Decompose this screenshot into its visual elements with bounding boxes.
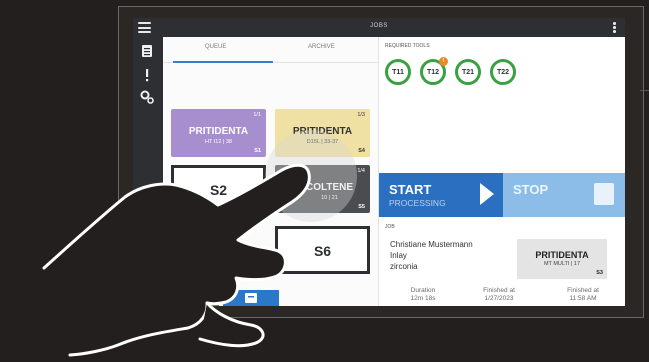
add-job-button[interactable] bbox=[163, 290, 219, 306]
queue-card-s5[interactable]: 1/4 COLTENE 10 | 21 S5 bbox=[275, 165, 370, 213]
more-options-icon[interactable] bbox=[613, 22, 616, 33]
stat-value: 12m 18s bbox=[410, 295, 436, 302]
job-detail-panel: REQUIRED TOOLS T11 T12! T21 T22 START PR… bbox=[378, 37, 625, 306]
stat-label: Finished at bbox=[567, 287, 599, 294]
slot-label: S2 bbox=[209, 182, 228, 198]
slot-label: S6 bbox=[313, 243, 332, 259]
empty-slot-s6[interactable]: S6 bbox=[275, 226, 370, 274]
job-material-card: PRITIDENTA MT MULTI | 17 S3 bbox=[517, 239, 607, 279]
tool-t12[interactable]: T12! bbox=[420, 57, 448, 85]
tool-t22[interactable]: T22 bbox=[490, 59, 516, 85]
job-material: zirconia bbox=[390, 262, 418, 271]
card-slot: S4 bbox=[358, 148, 365, 154]
stat-label: Duration bbox=[410, 287, 436, 294]
top-bar: JOBS bbox=[133, 18, 625, 37]
active-tab-indicator bbox=[173, 61, 273, 63]
tab-archive[interactable]: ARCHIVE bbox=[308, 44, 335, 50]
job-section-label: JOB bbox=[385, 224, 395, 230]
stat-label: Finished at bbox=[483, 287, 515, 294]
card-subtitle: 10 | 21 bbox=[321, 195, 338, 201]
start-sublabel: PROCESSING bbox=[389, 198, 446, 208]
stat-finished-date: Finished at 1/27/2023 bbox=[469, 287, 529, 303]
warning-badge-icon: ! bbox=[439, 57, 448, 66]
card-brand: COLTENE bbox=[305, 182, 354, 193]
scan-button[interactable] bbox=[223, 290, 279, 306]
app-screen: JOBS QUEUE ARCHIVE 1/1 PRITIDENTA HT I12… bbox=[133, 18, 625, 306]
stop-label: STOP bbox=[513, 182, 549, 197]
tool-name: T22 bbox=[496, 69, 510, 76]
settings-icon[interactable] bbox=[139, 89, 155, 105]
jobs-list-icon[interactable] bbox=[139, 43, 155, 59]
card-count: 1/3 bbox=[357, 112, 365, 118]
empty-slot-s2[interactable]: S2 bbox=[171, 165, 266, 213]
tool-name: T21 bbox=[461, 69, 475, 76]
play-icon bbox=[480, 183, 494, 205]
stop-icon bbox=[594, 183, 614, 205]
tool-t21[interactable]: T21 bbox=[455, 59, 481, 85]
start-label: START bbox=[389, 182, 432, 197]
queue-panel: QUEUE ARCHIVE 1/1 PRITIDENTA HT I12 | 38… bbox=[163, 37, 378, 306]
tool-name: T11 bbox=[392, 69, 404, 76]
queue-card-s1[interactable]: 1/1 PRITIDENTA HT I12 | 38 S1 bbox=[171, 109, 266, 157]
page-title: JOBS bbox=[370, 23, 388, 29]
tool-name: T12 bbox=[426, 69, 440, 76]
queue-card-s4[interactable]: 1/3 PRITIDENTA D15L | 33-37 S4 bbox=[275, 109, 370, 157]
card-slot: S1 bbox=[254, 148, 261, 154]
stat-duration: Duration 12m 18s bbox=[393, 287, 453, 303]
card-count: 1/1 bbox=[253, 112, 261, 118]
divider-line bbox=[640, 90, 649, 91]
card-slot: S5 bbox=[358, 204, 365, 210]
tool-t11[interactable]: T11 bbox=[385, 59, 411, 85]
stat-finished-time: Finished at 11:58 AM bbox=[553, 287, 613, 303]
tab-queue[interactable]: QUEUE bbox=[205, 44, 226, 50]
job-customer: Christiane Mustermann bbox=[390, 240, 473, 249]
card-brand: PRITIDENTA bbox=[188, 126, 249, 137]
stat-value: 1/27/2023 bbox=[484, 295, 514, 302]
job-card-subtitle: MT MULTI | 17 bbox=[543, 261, 581, 267]
job-card-slot: S3 bbox=[596, 270, 603, 276]
required-tools-label: REQUIRED TOOLS bbox=[385, 43, 430, 49]
card-subtitle: D15L | 33-37 bbox=[306, 139, 339, 145]
left-nav bbox=[133, 37, 163, 306]
stat-value: 11:58 AM bbox=[569, 295, 597, 302]
job-card-brand: PRITIDENTA bbox=[535, 250, 589, 260]
job-type: Inlay bbox=[390, 251, 407, 260]
alert-icon[interactable] bbox=[139, 67, 155, 83]
card-brand: PRITIDENTA bbox=[292, 126, 353, 137]
stop-button[interactable]: STOP bbox=[503, 173, 625, 217]
start-processing-button[interactable]: START PROCESSING bbox=[379, 173, 503, 217]
card-icon bbox=[245, 293, 257, 303]
card-subtitle: HT I12 | 38 bbox=[204, 139, 232, 145]
card-count: 1/4 bbox=[357, 168, 365, 174]
